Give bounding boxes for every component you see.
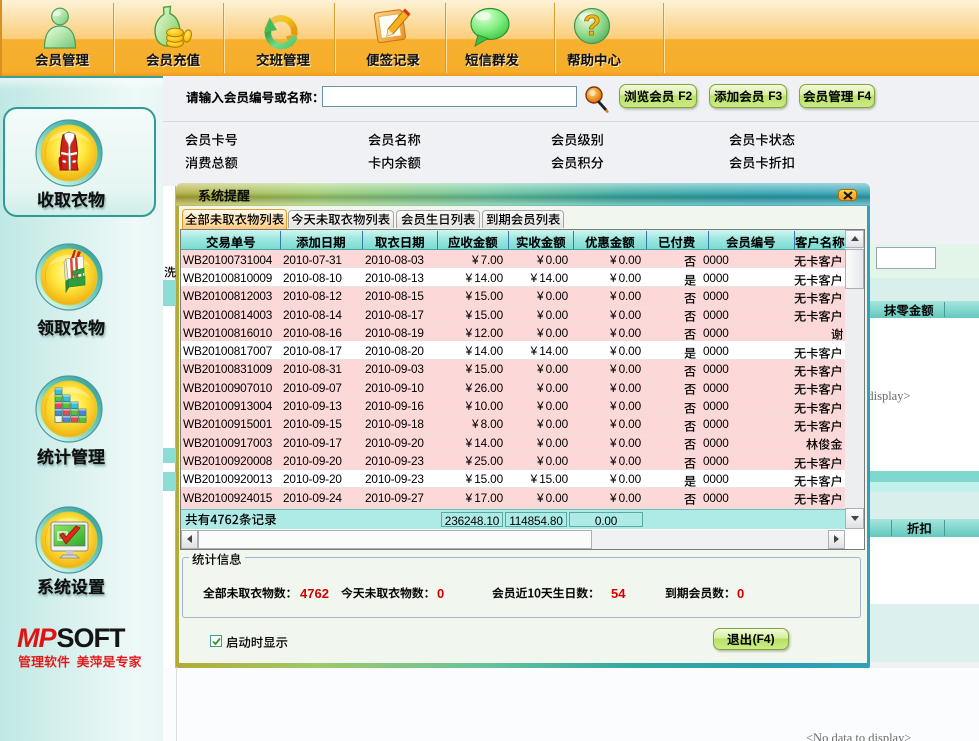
svg-text:?: ? [583,10,601,42]
